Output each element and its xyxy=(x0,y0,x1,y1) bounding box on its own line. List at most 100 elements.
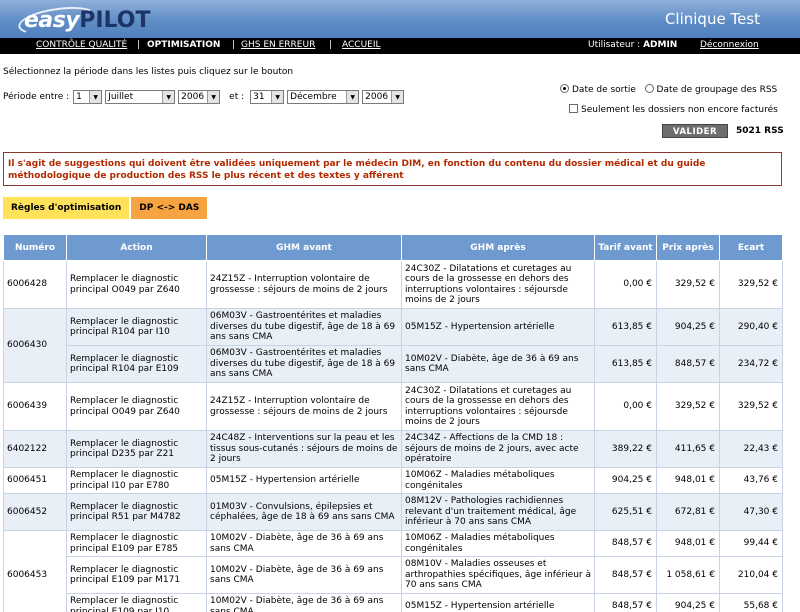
table-row[interactable]: Remplacer le diagnostic principal E109 p… xyxy=(4,593,783,612)
cell-ghm-avant: 10M02V - Diabète, âge de 36 à 69 ans san… xyxy=(206,556,402,594)
start-day-value: 1 xyxy=(76,92,82,102)
cell-tarif-avant: 613,85 € xyxy=(594,345,657,383)
cell-tarif-avant: 848,57 € xyxy=(594,530,657,557)
table-header-row: Numéro Action GHM avant GHM après Tarif … xyxy=(3,234,783,261)
cell-ecart: 43,76 € xyxy=(719,467,783,494)
cell-tarif-avant: 904,25 € xyxy=(594,467,657,494)
table-row[interactable]: 6006428 Remplacer le diagnostic principa… xyxy=(3,260,783,309)
end-year-value: 2006 xyxy=(365,92,389,102)
unbilled-checkbox[interactable] xyxy=(569,104,578,113)
start-year-select[interactable]: 2006 ▼ xyxy=(178,90,221,104)
cell-ecart: 99,44 € xyxy=(719,530,783,557)
end-month-select[interactable]: Décembre ▼ xyxy=(287,90,360,104)
cell-ecart: 329,52 € xyxy=(719,382,783,431)
cell-ecart: 234,72 € xyxy=(719,345,783,383)
radio-date-groupage[interactable] xyxy=(644,84,654,93)
cell-prix-apres: 329,52 € xyxy=(656,382,720,431)
user-label: Utilisateur : xyxy=(588,40,641,50)
cell-prix-apres: 948,01 € xyxy=(656,530,720,557)
date-type-options: Date de sortie Date de groupage des RSS xyxy=(560,84,777,95)
validate-button[interactable]: VALIDER xyxy=(662,124,728,138)
app-header: easy PILOT Clinique Test xyxy=(0,0,800,40)
optimisation-tabs: Règles d'optimisation DP <-> DAS xyxy=(3,197,209,219)
chevron-down-icon: ▼ xyxy=(391,91,404,103)
cell-numero: 6006428 xyxy=(3,260,67,309)
tab-regles-optimisation[interactable]: Règles d'optimisation xyxy=(3,197,130,219)
col-ecart: Ecart xyxy=(719,234,783,261)
cell-ghm-apres: 08M10V - Maladies osseuses et arthropath… xyxy=(401,556,595,594)
end-day-select[interactable]: 31 ▼ xyxy=(250,90,285,104)
main-navbar: CONTRÔLE QUALITÉ | OPTIMISATION | GHS EN… xyxy=(0,38,800,54)
table-row[interactable]: 6006452 Remplacer le diagnostic principa… xyxy=(3,493,783,531)
nav-ghs-en-erreur[interactable]: GHS EN ERREUR xyxy=(241,40,315,50)
table-row[interactable]: 6006430 Remplacer le diagnostic principa… xyxy=(3,308,783,383)
chevron-down-icon: ▼ xyxy=(346,91,359,103)
table-row[interactable]: 6402122 Remplacer le diagnostic principa… xyxy=(3,430,783,468)
tab-dp-das[interactable]: DP <-> DAS xyxy=(131,197,208,219)
cell-ghm-apres: 08M12V - Pathologies rachidiennes releva… xyxy=(401,493,595,531)
cell-ghm-apres: 24C30Z - Dilatations et curetages au cou… xyxy=(401,382,595,431)
cell-prix-apres: 948,01 € xyxy=(656,467,720,494)
nav-separator: | xyxy=(137,40,141,50)
chevron-down-icon: ▼ xyxy=(162,91,175,103)
cell-ghm-avant: 06M03V - Gastroentérites et maladies div… xyxy=(206,308,402,346)
table-row[interactable]: 6006451 Remplacer le diagnostic principa… xyxy=(3,467,783,494)
table-row[interactable]: Remplacer le diagnostic principal E109 p… xyxy=(4,556,783,594)
cell-action: Remplacer le diagnostic principal D235 p… xyxy=(66,430,207,468)
table-row[interactable]: 6006453 Remplacer le diagnostic principa… xyxy=(3,530,783,612)
cell-action: Remplacer le diagnostic principal E109 p… xyxy=(66,556,207,594)
cell-ghm-avant: 24C48Z - Interventions sur la peau et le… xyxy=(206,430,402,468)
cell-ghm-apres: 05M15Z - Hypertension artérielle xyxy=(401,308,595,346)
nav-separator: | xyxy=(329,40,333,50)
cell-action: Remplacer le diagnostic principal E109 p… xyxy=(66,530,207,557)
cell-ecart: 329,52 € xyxy=(719,260,783,309)
cell-action: Remplacer le diagnostic principal E109 p… xyxy=(66,593,207,612)
user-info: Utilisateur : ADMIN xyxy=(588,40,677,50)
cell-action: Remplacer le diagnostic principal O049 p… xyxy=(66,260,207,309)
table-row[interactable]: 6006439 Remplacer le diagnostic principa… xyxy=(3,382,783,431)
cell-ghm-apres: 10M02V - Diabète, âge de 36 à 69 ans san… xyxy=(401,345,595,383)
start-month-select[interactable]: Juillet ▼ xyxy=(105,90,176,104)
end-year-select[interactable]: 2006 ▼ xyxy=(362,90,405,104)
radio-date-sortie[interactable] xyxy=(560,84,569,93)
cell-ecart: 22,43 € xyxy=(719,430,783,468)
nav-controle-qualite[interactable]: CONTRÔLE QUALITÉ xyxy=(36,40,127,50)
cell-tarif-avant: 613,85 € xyxy=(594,308,657,346)
cell-ghm-avant: 24Z15Z - Interruption volontaire de gros… xyxy=(206,382,402,431)
cell-ecart: 47,30 € xyxy=(719,493,783,531)
cell-ghm-apres: 10M06Z - Maladies métaboliques congénita… xyxy=(401,530,595,557)
cell-ecart: 210,04 € xyxy=(719,556,783,594)
cell-prix-apres: 411,65 € xyxy=(656,430,720,468)
start-month-value: Juillet xyxy=(108,92,134,102)
table-row[interactable]: Remplacer le diagnostic principal R104 p… xyxy=(4,345,783,383)
end-day-value: 31 xyxy=(253,92,265,102)
col-action: Action xyxy=(66,234,207,261)
cell-ghm-avant: 01M03V - Convulsions, épilepsies et céph… xyxy=(206,493,402,531)
start-day-select[interactable]: 1 ▼ xyxy=(73,90,103,104)
col-prix-apres: Prix après xyxy=(656,234,720,261)
cell-action: Remplacer le diagnostic principal I10 pa… xyxy=(66,467,207,494)
cell-numero: 6006430 xyxy=(3,308,67,383)
col-ghm-avant: GHM avant xyxy=(206,234,402,261)
cell-ghm-avant: 10M02V - Diabète, âge de 36 à 69 ans san… xyxy=(206,530,402,557)
logout-link[interactable]: Déconnexion xyxy=(700,40,759,50)
cell-tarif-avant: 848,57 € xyxy=(594,556,657,594)
nav-separator: | xyxy=(232,40,236,50)
cell-ghm-apres: 24C30Z - Dilatations et curetages au cou… xyxy=(401,260,595,309)
start-year-value: 2006 xyxy=(181,92,205,102)
nav-optimisation[interactable]: OPTIMISATION xyxy=(147,40,220,50)
chevron-down-icon: ▼ xyxy=(89,91,102,103)
col-numero: Numéro xyxy=(3,234,67,261)
cell-numero: 6006439 xyxy=(3,382,67,431)
cell-numero: 6402122 xyxy=(3,430,67,468)
cell-ghm-avant: 10M02V - Diabète, âge de 36 à 69 ans san… xyxy=(206,593,402,612)
col-tarif-avant: Tarif avant xyxy=(594,234,657,261)
nav-accueil[interactable]: ACCUEIL xyxy=(342,40,381,50)
unbilled-option: Seulement les dossiers non encore factur… xyxy=(569,104,778,115)
cell-tarif-avant: 625,51 € xyxy=(594,493,657,531)
cell-numero: 6006452 xyxy=(3,493,67,531)
period-selector: Période entre : 1 ▼ Juillet ▼ 2006 ▼ et : 3… xyxy=(3,90,407,104)
radio-date-sortie-label: Date de sortie xyxy=(572,85,636,95)
easypilot-logo[interactable]: easy PILOT xyxy=(16,2,150,40)
cell-tarif-avant: 389,22 € xyxy=(594,430,657,468)
